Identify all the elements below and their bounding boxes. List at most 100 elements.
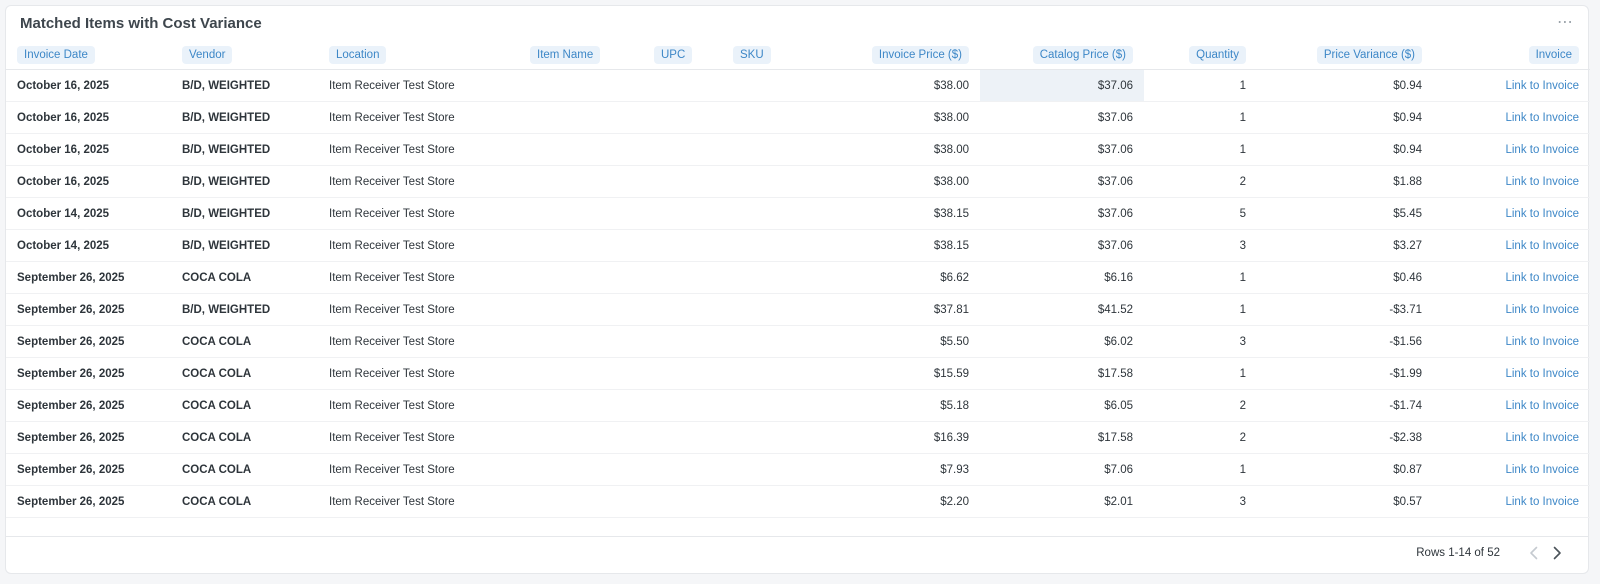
cell-upc <box>654 69 733 102</box>
link-to-invoice[interactable]: Link to Invoice <box>1505 208 1579 220</box>
cell-quantity: 2 <box>1144 165 1257 198</box>
cell-location: Item Receiver Test Store <box>329 261 530 294</box>
cell-invoice-date: September 26, 2025 <box>6 293 182 326</box>
chevron-left-icon[interactable] <box>1525 544 1543 562</box>
col-header-vendor: Vendor <box>182 40 329 70</box>
link-to-invoice[interactable]: Link to Invoice <box>1505 144 1579 156</box>
table-row: October 14, 2025 B/D, WEIGHTED Item Rece… <box>6 197 1590 230</box>
cell-location: Item Receiver Test Store <box>329 421 530 454</box>
link-to-invoice[interactable]: Link to Invoice <box>1505 464 1579 476</box>
cell-catalog-price: $37.06 <box>980 229 1144 262</box>
rows-count-label: Rows 1-14 of 52 <box>1416 547 1500 559</box>
link-to-invoice[interactable]: Link to Invoice <box>1505 336 1579 348</box>
link-to-invoice[interactable]: Link to Invoice <box>1505 80 1579 92</box>
cell-invoice-price: $6.62 <box>803 261 980 294</box>
col-header-invoice-date: Invoice Date <box>6 40 182 70</box>
cell-upc <box>654 165 733 198</box>
cell-price-variance: -$1.99 <box>1257 357 1433 390</box>
sort-item-name[interactable]: Item Name <box>530 46 601 64</box>
cell-invoice-price: $5.18 <box>803 389 980 422</box>
cell-item-name <box>530 69 654 102</box>
cell-upc <box>654 293 733 326</box>
col-header-quantity: Quantity <box>1144 40 1257 70</box>
cell-item-name <box>530 293 654 326</box>
cell-invoice: Link to Invoice <box>1433 485 1590 518</box>
cell-invoice-date: September 26, 2025 <box>6 261 182 294</box>
cell-item-name <box>530 453 654 486</box>
table-row: September 26, 2025 COCA COLA Item Receiv… <box>6 389 1590 422</box>
sort-vendor[interactable]: Vendor <box>182 46 233 64</box>
link-to-invoice[interactable]: Link to Invoice <box>1505 112 1579 124</box>
link-to-invoice[interactable]: Link to Invoice <box>1505 400 1579 412</box>
cell-invoice-date: September 26, 2025 <box>6 389 182 422</box>
cell-vendor: B/D, WEIGHTED <box>182 69 329 102</box>
cell-upc <box>654 357 733 390</box>
cell-item-name <box>530 357 654 390</box>
table-row: September 26, 2025 COCA COLA Item Receiv… <box>6 261 1590 294</box>
cell-invoice: Link to Invoice <box>1433 101 1590 134</box>
sort-invoice-date[interactable]: Invoice Date <box>17 46 95 64</box>
cell-location: Item Receiver Test Store <box>329 325 530 358</box>
cell-catalog-price: $37.06 <box>980 133 1144 166</box>
sort-upc[interactable]: UPC <box>654 46 693 64</box>
cell-vendor: COCA COLA <box>182 389 329 422</box>
col-header-sku: SKU <box>733 40 803 70</box>
cell-quantity: 1 <box>1144 357 1257 390</box>
link-to-invoice[interactable]: Link to Invoice <box>1505 240 1579 252</box>
sort-sku[interactable]: SKU <box>733 46 771 64</box>
cell-item-name <box>530 133 654 166</box>
link-to-invoice[interactable]: Link to Invoice <box>1505 176 1579 188</box>
sort-invoice-price[interactable]: Invoice Price ($) <box>871 46 969 64</box>
cost-variance-card: Matched Items with Cost Variance ⋯ Invoi… <box>5 5 1590 574</box>
cell-upc <box>654 421 733 454</box>
cell-vendor: COCA COLA <box>182 357 329 390</box>
link-to-invoice[interactable]: Link to Invoice <box>1505 304 1579 316</box>
cell-invoice: Link to Invoice <box>1433 229 1590 262</box>
cell-price-variance: $3.27 <box>1257 229 1433 262</box>
cell-upc <box>654 325 733 358</box>
link-to-invoice[interactable]: Link to Invoice <box>1505 432 1579 444</box>
cell-catalog-price: $7.06 <box>980 453 1144 486</box>
cell-item-name <box>530 325 654 358</box>
sort-catalog-price[interactable]: Catalog Price ($) <box>1032 46 1133 64</box>
cell-quantity: 1 <box>1144 69 1257 102</box>
table-footer: Rows 1-14 of 52 <box>6 536 1588 573</box>
cell-item-name <box>530 229 654 262</box>
cell-sku <box>733 357 803 390</box>
link-to-invoice[interactable]: Link to Invoice <box>1505 368 1579 380</box>
cell-invoice: Link to Invoice <box>1433 261 1590 294</box>
cell-sku <box>733 389 803 422</box>
sort-quantity[interactable]: Quantity <box>1189 46 1246 64</box>
cell-vendor: B/D, WEIGHTED <box>182 165 329 198</box>
link-to-invoice[interactable]: Link to Invoice <box>1505 272 1579 284</box>
cell-invoice: Link to Invoice <box>1433 165 1590 198</box>
chevron-right-icon[interactable] <box>1548 544 1566 562</box>
cell-catalog-price: $6.16 <box>980 261 1144 294</box>
cell-invoice-price: $37.81 <box>803 293 980 326</box>
cell-location: Item Receiver Test Store <box>329 485 530 518</box>
cell-catalog-price: $6.02 <box>980 325 1144 358</box>
sort-invoice[interactable]: Invoice <box>1528 46 1579 64</box>
table-header-row: Invoice Date Vendor Location Item Name U… <box>6 40 1590 70</box>
cell-upc <box>654 133 733 166</box>
more-options-icon[interactable]: ⋯ <box>1557 12 1574 32</box>
cell-location: Item Receiver Test Store <box>329 389 530 422</box>
cell-sku <box>733 293 803 326</box>
cell-quantity: 3 <box>1144 229 1257 262</box>
cell-price-variance: -$3.71 <box>1257 293 1433 326</box>
cell-location: Item Receiver Test Store <box>329 69 530 102</box>
cell-upc <box>654 453 733 486</box>
link-to-invoice[interactable]: Link to Invoice <box>1505 496 1579 508</box>
cell-invoice-price: $5.50 <box>803 325 980 358</box>
cell-vendor: COCA COLA <box>182 325 329 358</box>
cell-invoice-price: $38.15 <box>803 197 980 230</box>
cell-catalog-price: $37.06 <box>980 165 1144 198</box>
cell-invoice-date: September 26, 2025 <box>6 325 182 358</box>
cell-price-variance: -$1.74 <box>1257 389 1433 422</box>
cell-invoice-price: $38.00 <box>803 165 980 198</box>
cell-price-variance: $0.57 <box>1257 485 1433 518</box>
cell-sku <box>733 421 803 454</box>
sort-location[interactable]: Location <box>329 46 387 64</box>
sort-price-variance[interactable]: Price Variance ($) <box>1316 46 1422 64</box>
cell-item-name <box>530 261 654 294</box>
